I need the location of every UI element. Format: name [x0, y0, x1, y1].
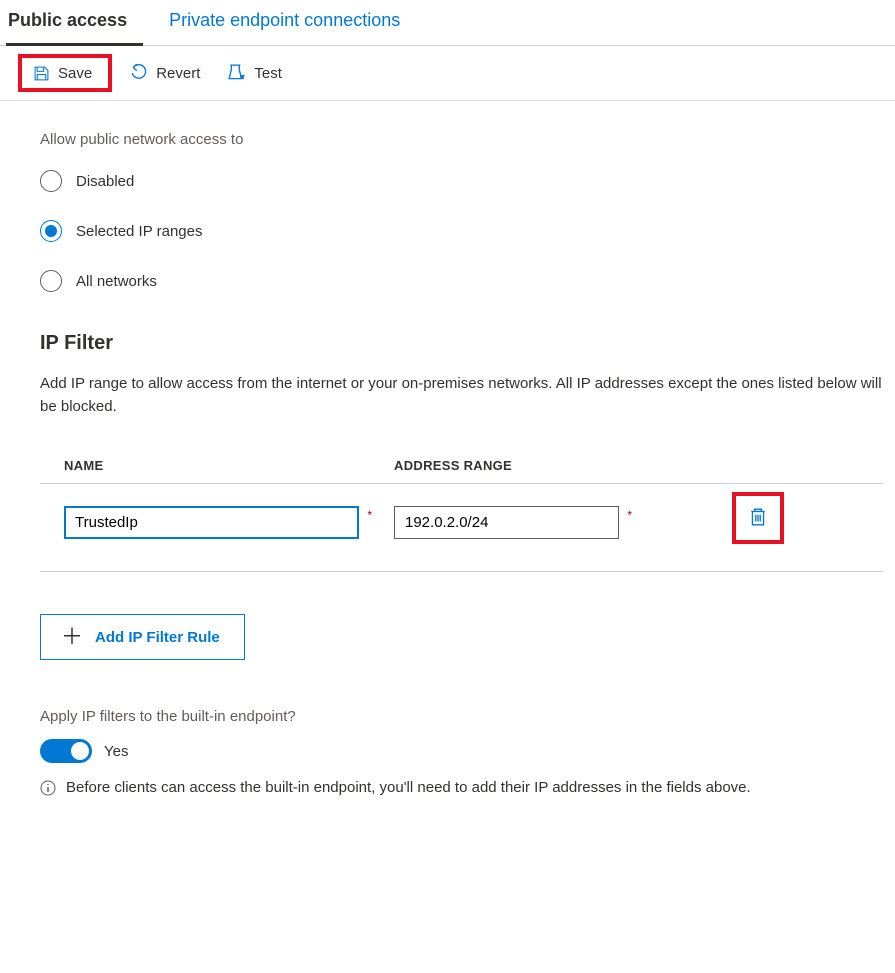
revert-label: Revert [156, 65, 200, 82]
plus-icon: ＋ [61, 626, 83, 648]
save-button[interactable]: Save [18, 54, 112, 92]
tab-public-access[interactable]: Public access [6, 0, 143, 46]
apply-filters-label: Apply IP filters to the built-in endpoin… [40, 708, 883, 725]
radio-circle-icon [40, 170, 62, 192]
radio-selected-ip[interactable]: Selected IP ranges [40, 220, 883, 242]
required-indicator: * [627, 508, 632, 522]
name-input[interactable] [64, 506, 359, 539]
revert-icon [130, 64, 148, 82]
ip-filter-row: * * [40, 484, 883, 572]
test-icon [228, 64, 246, 82]
radio-label-disabled: Disabled [76, 173, 134, 190]
radio-label-all: All networks [76, 273, 157, 290]
ip-filter-heading: IP Filter [40, 332, 883, 355]
revert-button[interactable]: Revert [120, 58, 210, 88]
add-ip-filter-rule-button[interactable]: ＋ Add IP Filter Rule [40, 614, 245, 660]
toggle-knob [71, 742, 89, 760]
apply-filters-toggle[interactable] [40, 739, 92, 763]
address-range-input[interactable] [394, 506, 619, 539]
radio-disabled[interactable]: Disabled [40, 170, 883, 192]
tab-private-endpoint[interactable]: Private endpoint connections [167, 0, 416, 45]
info-icon [40, 780, 56, 804]
ip-filter-description: Add IP range to allow access from the in… [40, 373, 883, 418]
column-name: NAME [64, 458, 394, 473]
tabs-bar: Public access Private endpoint connectio… [0, 0, 895, 46]
radio-all-networks[interactable]: All networks [40, 270, 883, 292]
apply-filters-toggle-row: Yes [40, 739, 883, 763]
radio-label-selected-ip: Selected IP ranges [76, 223, 202, 240]
required-indicator: * [367, 508, 372, 522]
radio-circle-icon [40, 220, 62, 242]
network-access-radio-group: Disabled Selected IP ranges All networks [40, 170, 883, 292]
delete-row-button[interactable] [732, 492, 784, 544]
info-message: Before clients can access the built-in e… [40, 777, 883, 804]
save-icon [32, 64, 50, 82]
save-label: Save [58, 65, 92, 82]
trash-icon [749, 507, 767, 530]
column-address-range: ADDRESS RANGE [394, 458, 724, 473]
content-area: Allow public network access to Disabled … [0, 101, 895, 824]
info-text: Before clients can access the built-in e… [66, 777, 751, 800]
ip-filter-table-header: NAME ADDRESS RANGE [40, 458, 883, 484]
toolbar: Save Revert Tes [0, 46, 895, 101]
add-rule-label: Add IP Filter Rule [95, 629, 220, 646]
toggle-value-label: Yes [104, 743, 128, 760]
test-button[interactable]: Test [218, 58, 292, 88]
radio-circle-icon [40, 270, 62, 292]
test-label: Test [254, 65, 282, 82]
network-access-label: Allow public network access to [40, 131, 883, 148]
address-input-wrap: * [394, 506, 724, 539]
name-input-wrap: * [64, 506, 394, 539]
